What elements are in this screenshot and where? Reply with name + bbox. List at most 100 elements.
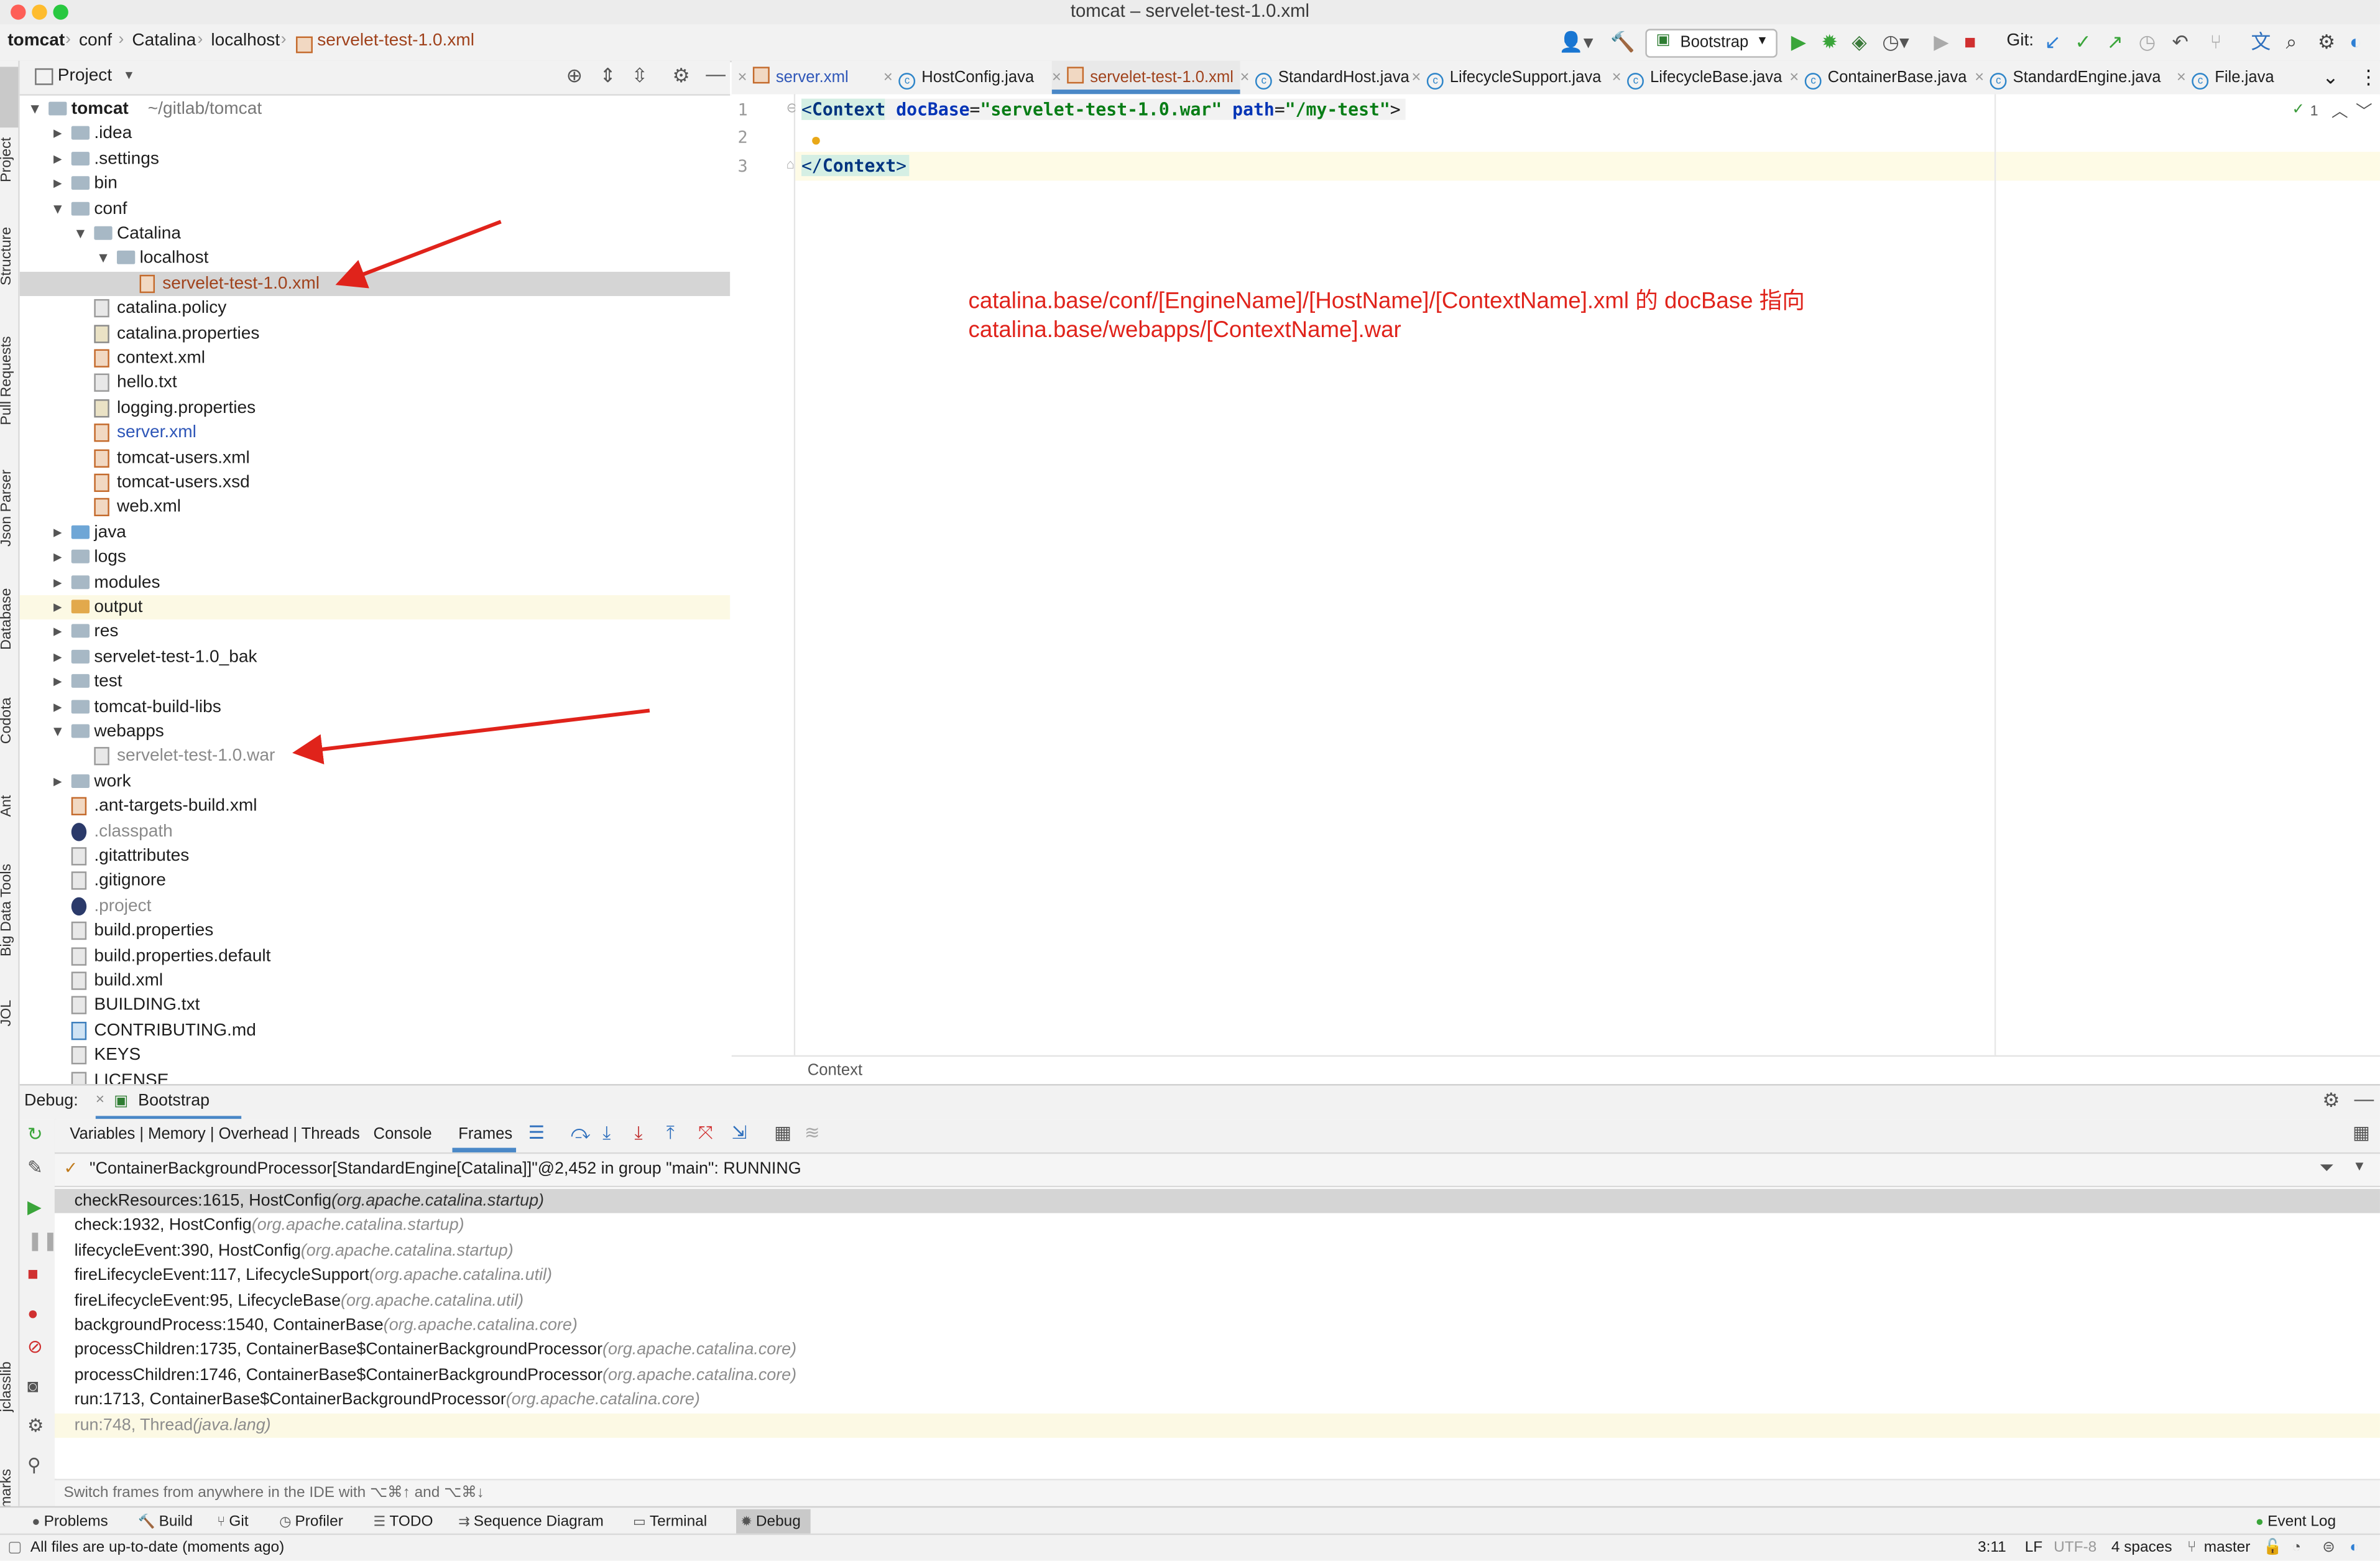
frame-package: (org.apache.catalina.startup) [251, 1216, 464, 1235]
debug-tab-bar: Variables | Memory | Overhead | Threads … [54, 1119, 2380, 1154]
line-separator[interactable]: LF [2025, 1539, 2042, 1556]
tool-window-label: Git [229, 1513, 249, 1531]
frame-method: backgroundProcess:1540, ContainerBase [74, 1316, 384, 1335]
frame-package: (org.apache.catalina.startup) [331, 1192, 544, 1210]
frame-method: lifecycleEvent:390, HostConfig [74, 1241, 301, 1260]
status-bar: ▢ All files are up-to-date (moments ago)… [0, 1533, 2380, 1561]
tab-console[interactable]: Console [374, 1125, 432, 1143]
stop-icon[interactable]: ■ [27, 1263, 39, 1284]
profiler-icon: ◷ [279, 1513, 295, 1529]
frame-package: (org.apache.catalina.util) [341, 1291, 524, 1310]
build-icon: 🔨 [138, 1513, 159, 1529]
frame-package: (org.apache.catalina.core) [602, 1366, 797, 1384]
frame-method: check:1932, HostConfig [74, 1216, 252, 1235]
stack-frame[interactable]: fireLifecycleEvent:95, LifecycleBase(org… [55, 1289, 2380, 1313]
tool-window-label: Profiler [295, 1513, 343, 1531]
frame-package: (org.apache.catalina.util) [369, 1266, 552, 1285]
tool-window-button[interactable]: 🔨 Build [138, 1511, 193, 1534]
problems-icon: ● [32, 1513, 44, 1529]
frame-package: (java.lang) [193, 1415, 271, 1435]
chevron-down-icon[interactable]: ▼ [2353, 1159, 2366, 1174]
wrench-icon[interactable]: ✎ [27, 1157, 43, 1178]
tool-window-button[interactable]: ◷ Profiler [279, 1511, 343, 1534]
debug-label: Debug: [24, 1091, 78, 1110]
bottom-tool-bar: ● Problems 🔨 Build ⑂ Git ◷ Profiler ☰ TODO ⇉ … [0, 1506, 2380, 1536]
status-icon[interactable]: ▢ [7, 1539, 22, 1556]
layout-icon[interactable]: ▦ [2353, 1122, 2370, 1143]
stack-frame[interactable]: processChildren:1746, ContainerBase$Cont… [55, 1363, 2380, 1387]
frames-list: checkResources:1615, HostConfig(org.apac… [54, 1187, 2380, 1479]
frames-hint: Switch frames from anywhere in the IDE w… [54, 1478, 2380, 1508]
step-over-icon[interactable]: ⤼ [571, 1122, 590, 1145]
active-tab-underline [452, 1147, 517, 1152]
tool-window-button[interactable]: ☰ TODO [374, 1511, 433, 1534]
stack-frame[interactable]: checkResources:1615, HostConfig(org.apac… [54, 1188, 2380, 1213]
tab-frames[interactable]: Frames [458, 1125, 512, 1143]
assistant-icon[interactable]: ◐ [2350, 1539, 2359, 1556]
tool-window-button[interactable]: ✹ Debug [736, 1509, 810, 1536]
notification-icon[interactable]: ◔ [2292, 1539, 2301, 1556]
stack-frame[interactable]: run:1713, ContainerBase$ContainerBackgro… [55, 1388, 2380, 1412]
tool-window-button[interactable]: ● Problems [32, 1511, 108, 1534]
pin-icon[interactable]: ⚲ [27, 1455, 40, 1476]
stack-frame[interactable]: run:748, Thread(java.lang) [54, 1412, 2380, 1437]
caret-position[interactable]: 3:11 [1978, 1539, 2006, 1556]
arrow-to-context-xml [335, 220, 502, 289]
tool-window-label: Sequence Diagram [473, 1513, 604, 1531]
tool-window-button[interactable]: ⑂ Git [217, 1511, 249, 1534]
hide-panel-icon[interactable]: — [2354, 1087, 2374, 1110]
view-breakpoints-icon[interactable]: ● [27, 1303, 39, 1324]
debug-panel-header: Debug: × ▣ Bootstrap ⚙ — [19, 1084, 2380, 1119]
trace-icon[interactable]: ≋ [805, 1122, 820, 1143]
step-into-icon[interactable]: ⤓ [602, 1122, 611, 1145]
ide-window: tomcat – servelet-test-1.0.xml tomcat › … [0, 0, 2380, 1561]
stack-frame[interactable]: check:1932, HostConfig(org.apache.catali… [55, 1214, 2380, 1238]
indent-setting[interactable]: 4 spaces [2111, 1539, 2172, 1556]
tool-window-label: Build [159, 1513, 193, 1531]
step-out-icon[interactable]: ⤒ [666, 1122, 675, 1145]
frame-package: (org.apache.catalina.core) [602, 1341, 797, 1360]
run-to-cursor-icon[interactable]: ⇲ [732, 1122, 747, 1143]
stack-frame[interactable]: fireLifecycleEvent:117, LifecycleSupport… [55, 1264, 2380, 1288]
memory-icon[interactable]: ⊜ [2322, 1539, 2335, 1556]
gear-icon[interactable]: ⚙ [2322, 1088, 2340, 1113]
check-icon: ✓ [63, 1160, 78, 1179]
stack-frame[interactable]: lifecycleEvent:390, HostConfig(org.apach… [55, 1239, 2380, 1263]
sequence-diagram-icon: ⇉ [458, 1513, 474, 1529]
frame-method: fireLifecycleEvent:95, LifecycleBase [74, 1291, 341, 1310]
gear-icon[interactable]: ⚙ [27, 1415, 44, 1436]
thread-selector[interactable]: ✓ "ContainerBackgroundProcessor[Standard… [54, 1154, 2380, 1188]
evaluate-expression-icon[interactable]: ▦ [774, 1122, 791, 1143]
stack-frame[interactable]: processChildren:1735, ContainerBase$Cont… [55, 1338, 2380, 1363]
tool-window-label: Problems [44, 1513, 108, 1531]
debug-session-tab[interactable]: Bootstrap [138, 1091, 210, 1109]
file-encoding[interactable]: UTF-8 [2054, 1539, 2096, 1556]
mute-breakpoints-icon[interactable]: ⊘ [27, 1336, 43, 1357]
frame-package: (org.apache.catalina.startup) [300, 1241, 514, 1260]
drop-frame-icon[interactable]: ⤧ [698, 1122, 713, 1145]
frame-method: processChildren:1746, ContainerBase$Cont… [74, 1366, 603, 1384]
tool-window-button[interactable]: ⇉ Sequence Diagram [458, 1511, 604, 1534]
tool-window-label: Terminal [649, 1513, 708, 1531]
frame-method: fireLifecycleEvent:117, LifecycleSupport [74, 1266, 369, 1285]
event-log-button[interactable]: ● Event Log [2256, 1511, 2336, 1534]
resume-program-icon[interactable]: ▶ [27, 1197, 42, 1218]
git-branch[interactable]: master [2204, 1539, 2251, 1556]
force-step-into-icon[interactable]: ⤓ [634, 1122, 642, 1145]
hint-text: Switch frames from anywhere in the IDE w… [63, 1485, 484, 1502]
stack-frame[interactable]: backgroundProcess:1540, ContainerBase(or… [55, 1313, 2380, 1338]
filter-icon[interactable]: ⏷ [2319, 1157, 2333, 1180]
event-log-label: Event Log [2267, 1513, 2336, 1531]
lock-icon[interactable]: 🔓 [2263, 1539, 2282, 1556]
camera-icon[interactable]: ◙ [27, 1376, 39, 1397]
rerun-icon[interactable]: ↻ [27, 1124, 43, 1145]
frame-method: run:748, Thread [74, 1415, 193, 1435]
pause-icon[interactable]: ❚❚ [27, 1230, 58, 1251]
tool-window-button[interactable]: ▭ Terminal [633, 1511, 707, 1534]
tab-variables[interactable]: Variables | Memory | Overhead | Threads [70, 1125, 359, 1143]
frame-method: processChildren:1735, ContainerBase$Cont… [74, 1341, 603, 1360]
status-message[interactable]: All files are up-to-date (moments ago) [30, 1539, 284, 1556]
close-icon[interactable]: × [96, 1091, 104, 1108]
list-icon[interactable]: ☰ [528, 1122, 545, 1143]
app-icon: ▣ [114, 1093, 129, 1110]
